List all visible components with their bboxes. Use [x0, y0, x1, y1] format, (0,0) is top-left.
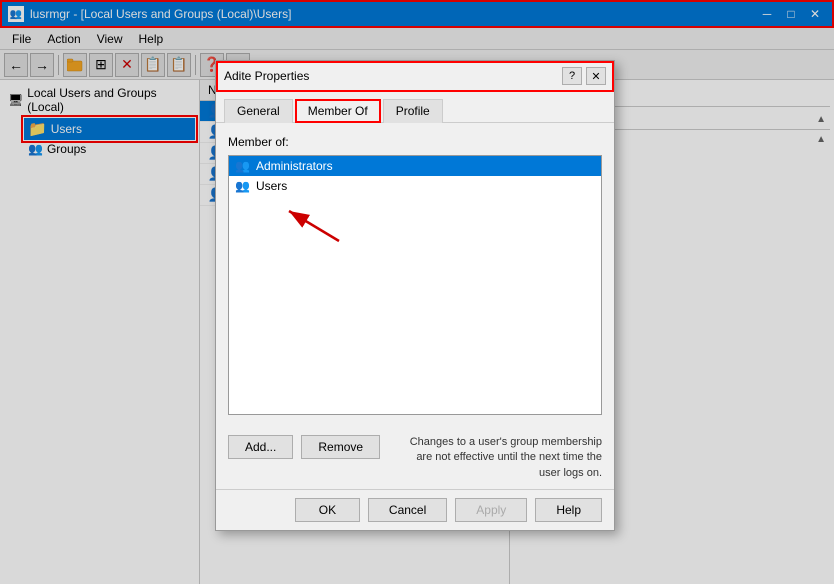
remove-button[interactable]: Remove — [301, 435, 380, 459]
member-list-item-administrators[interactable]: 👥 Administrators — [229, 156, 601, 176]
modal-overlay: Adite Properties ? ✕ General Member Of P… — [0, 0, 834, 584]
dialog-content: Member of: 👥 Administrators 👥 Users — [216, 123, 614, 427]
member-list: 👥 Administrators 👥 Users — [228, 155, 602, 415]
dialog-title-controls: ? ✕ — [562, 67, 606, 85]
dialog-title-bar: Adite Properties ? ✕ — [216, 61, 614, 92]
member-icon-users: 👥 — [235, 179, 250, 193]
help-button[interactable]: Help — [535, 498, 602, 522]
member-list-item-users[interactable]: 👥 Users — [229, 176, 601, 196]
tab-general[interactable]: General — [224, 99, 293, 123]
dialog-action-row: Add... Remove Changes to a user's group … — [216, 427, 614, 489]
ok-button[interactable]: OK — [295, 498, 360, 522]
annotation-arrow — [279, 201, 359, 251]
dialog-close-button[interactable]: ✕ — [586, 67, 606, 85]
dialog-tabs: General Member Of Profile — [216, 92, 614, 123]
tab-profile[interactable]: Profile — [383, 99, 443, 123]
cancel-button[interactable]: Cancel — [368, 498, 447, 522]
arrow-area — [229, 196, 601, 256]
dialog-title-text: Adite Properties — [224, 69, 309, 83]
apply-button[interactable]: Apply — [455, 498, 527, 522]
member-of-label: Member of: — [228, 135, 602, 149]
add-button[interactable]: Add... — [228, 435, 293, 459]
note-text: Changes to a user's group membershipare … — [388, 435, 602, 481]
member-icon-administrators: 👥 — [235, 159, 250, 173]
member-name-administrators: Administrators — [256, 159, 333, 173]
dialog-help-button[interactable]: ? — [562, 67, 582, 85]
adite-properties-dialog: Adite Properties ? ✕ General Member Of P… — [215, 60, 615, 531]
member-name-users: Users — [256, 179, 287, 193]
dialog-footer: OK Cancel Apply Help — [216, 489, 614, 530]
tab-member-of[interactable]: Member Of — [295, 99, 381, 123]
